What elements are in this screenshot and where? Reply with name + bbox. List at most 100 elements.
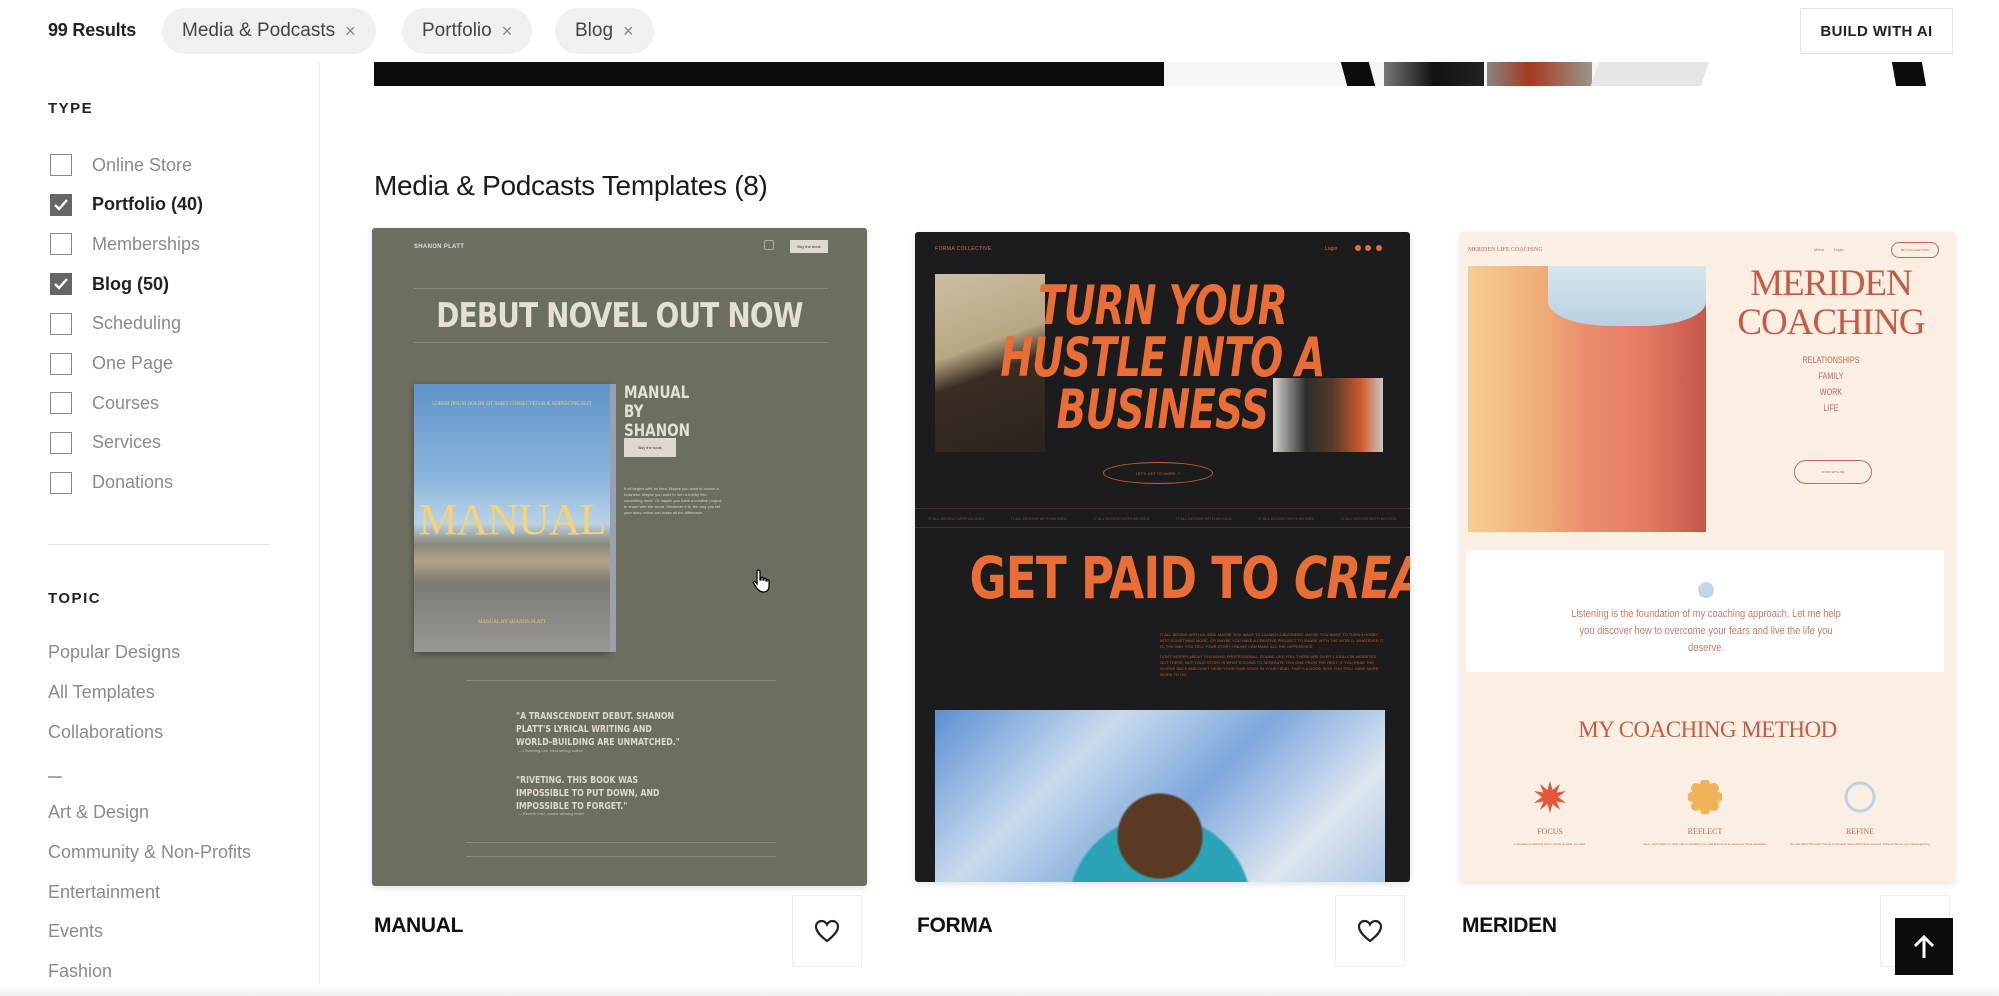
- topic-link[interactable]: All Templates: [48, 682, 155, 703]
- ticker-item: IT ALL BEGINS WITH AN IDEA: [1175, 515, 1232, 521]
- build-with-ai-button[interactable]: BUILD WITH AI: [1800, 8, 1953, 54]
- checkmark-icon: [54, 278, 68, 290]
- preview-quote-block: Listening is the foundation of my coachi…: [1466, 550, 1944, 672]
- topic-link[interactable]: Art & Design: [48, 802, 149, 823]
- twitter-icon: [1376, 245, 1382, 251]
- filter-chip-media-podcasts[interactable]: Media & Podcasts ×: [162, 8, 376, 54]
- method-step-reflect: REFLECT Next, you'll reflect on what may…: [1625, 779, 1785, 847]
- step-desc: It all starts by learning how to focus o…: [1514, 842, 1586, 846]
- checkbox[interactable]: [50, 273, 72, 296]
- preview-menu: Menu: [1814, 247, 1825, 252]
- preview-paragraph: IT ALL BEGINS WITH AN IDEA. MAYBE YOU WA…: [1160, 632, 1385, 678]
- checkbox[interactable]: [50, 312, 72, 335]
- type-filter-blog[interactable]: Blog (50): [50, 271, 169, 297]
- topic-section-title: TOPIC: [48, 590, 102, 607]
- preview-areas-list: RELATIONSHIPS FAMILY WORK LIFE: [1736, 352, 1926, 416]
- ticker-item: IT ALL BEGINS WITH AN IDEA: [928, 515, 985, 521]
- checkbox-label: Portfolio (40): [92, 194, 203, 215]
- headline-plain: GET PAID TO: [969, 544, 1279, 612]
- ticker-item: IT ALL BEGINS WITH AN IDEA: [1093, 515, 1150, 521]
- previous-section-preview-strip: [374, 62, 1948, 86]
- type-filter-portfolio[interactable]: Portfolio (40): [50, 192, 203, 218]
- checkbox[interactable]: [50, 471, 72, 494]
- favorite-button-forma[interactable]: [1335, 895, 1405, 967]
- template-name-meriden[interactable]: MERIDEN: [1462, 914, 1557, 938]
- step-name: FOCUS: [1537, 827, 1563, 836]
- preview-portrait: [1468, 266, 1706, 532]
- step-name: REFINE: [1846, 827, 1874, 836]
- flower-icon: [1698, 582, 1714, 598]
- book-title: MANUAL: [418, 495, 606, 544]
- book-subtitle: LOREM IPSUM DOLOR SIT AMET CONSECTETUR &…: [432, 402, 592, 407]
- preview-rule: [414, 288, 828, 289]
- checkbox[interactable]: [50, 392, 72, 415]
- step-desc: Next, you'll reflect on what may be bloc…: [1643, 842, 1767, 846]
- template-name-manual[interactable]: MANUAL: [374, 914, 463, 938]
- area-item: RELATIONSHIPS: [1802, 355, 1860, 365]
- checkbox[interactable]: [50, 431, 72, 454]
- type-filter-online-store[interactable]: Online Store: [50, 152, 192, 178]
- checkbox-label: Memberships: [92, 233, 201, 254]
- type-filter-memberships[interactable]: Memberships: [50, 231, 200, 257]
- topic-link[interactable]: Collaborations: [48, 722, 163, 743]
- preview-quote: "RIVETING. THIS BOOK WAS IMPOSSIBLE TO P…: [516, 775, 660, 812]
- type-filter-courses[interactable]: Courses: [50, 390, 159, 416]
- area-item: WORK: [1819, 387, 1843, 397]
- sidebar-divider: [48, 544, 270, 545]
- checkbox-label: Online Store: [92, 154, 193, 175]
- pointer-cursor-icon: [752, 569, 770, 593]
- filter-chip-label: Portfolio: [422, 20, 492, 41]
- area-item: FAMILY: [1818, 371, 1844, 381]
- checkbox[interactable]: [50, 233, 72, 256]
- topic-link[interactable]: Popular Designs: [48, 642, 180, 663]
- topic-link[interactable]: Events: [48, 921, 103, 942]
- results-count: 99 Results: [48, 20, 137, 40]
- preview-rule: [466, 680, 776, 681]
- checkmark-icon: [54, 198, 68, 211]
- preview-brand: FORMA COLLECTIVE: [935, 246, 992, 252]
- topic-link[interactable]: Community & Non-Profits: [48, 842, 251, 863]
- checkbox[interactable]: [50, 193, 72, 216]
- cart-icon: [764, 240, 774, 250]
- close-icon[interactable]: ×: [623, 21, 634, 42]
- checkbox-label: Donations: [92, 472, 174, 493]
- bottom-edge: [0, 985, 1999, 996]
- flower-badge-icon: [1687, 779, 1723, 815]
- type-filter-donations[interactable]: Donations: [50, 470, 173, 496]
- headline-italic: CREATE: [1293, 544, 1410, 612]
- type-filter-one-page[interactable]: One Page: [50, 351, 173, 377]
- checkbox-label: Services: [92, 432, 162, 453]
- template-preview-forma[interactable]: FORMA COLLECTIVE Login TURN YOUR HUSTLE …: [915, 232, 1410, 882]
- ring-icon: [1844, 781, 1876, 813]
- type-filter-services[interactable]: Services: [50, 430, 161, 456]
- type-filter-scheduling[interactable]: Scheduling: [50, 311, 181, 337]
- paragraph-2: DON'T WORRY ABOUT SOUNDING PROFESSIONAL.…: [1160, 654, 1379, 677]
- section-title: Media & Podcasts Templates (8): [374, 170, 768, 201]
- ticker-item: IT ALL BEGINS WITH AN IDEA: [1340, 515, 1397, 521]
- template-preview-meriden[interactable]: MERIDEN LIFE COACHING Menu Login BE COAC…: [1460, 232, 1955, 882]
- heart-icon: [814, 919, 840, 943]
- topic-link[interactable]: Fashion: [48, 961, 112, 982]
- preview-nav-button: BE COACHED NOW: [1891, 242, 1939, 258]
- template-preview-manual[interactable]: SHANON PLATT Buy the book DEBUT NOVEL OU…: [372, 228, 867, 886]
- checkbox[interactable]: [50, 352, 72, 375]
- preview-quote-attribution: — Benedi Ortiz, award-winning writer: [518, 811, 585, 816]
- preview-quote: Listening is the foundation of my coachi…: [1571, 608, 1841, 654]
- close-icon[interactable]: ×: [345, 21, 356, 42]
- scroll-to-top-button[interactable]: [1895, 918, 1953, 975]
- preview-cta: WORK WITH ME: [1794, 460, 1872, 484]
- filter-chip-portfolio[interactable]: Portfolio ×: [402, 8, 533, 54]
- filter-chip-label: Media & Podcasts: [182, 20, 336, 41]
- arrow-up-icon: [1913, 934, 1935, 958]
- close-icon[interactable]: ×: [502, 21, 513, 42]
- topic-link[interactable]: Entertainment: [48, 882, 160, 903]
- checkbox[interactable]: [50, 154, 72, 176]
- method-step-refine: REFINE The last step? We learn how to co…: [1780, 780, 1940, 847]
- template-name-forma[interactable]: FORMA: [917, 914, 993, 938]
- favorite-button-manual[interactable]: [792, 895, 862, 967]
- preview-cta: Buy the book: [624, 438, 676, 457]
- checkbox-label: One Page: [92, 353, 174, 373]
- topic-separator: [48, 776, 62, 778]
- filter-chip-blog[interactable]: Blog ×: [555, 8, 654, 54]
- book-author: MANUAL BY SHANON PLATT: [477, 620, 547, 625]
